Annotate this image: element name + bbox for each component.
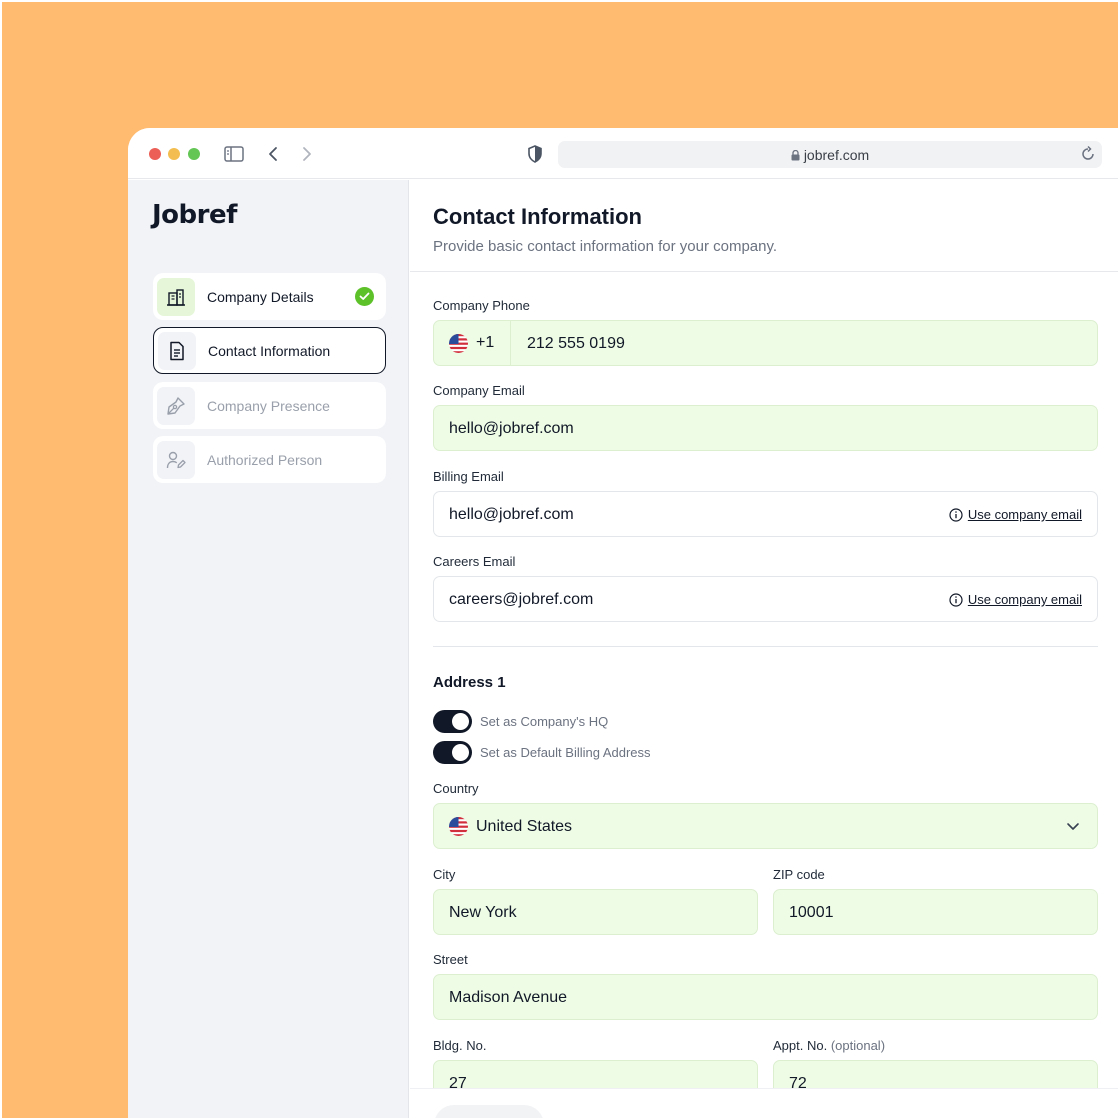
us-flag-icon [449,333,468,353]
check-circle-icon [355,287,374,306]
us-flag-icon [449,817,468,836]
zip-label: ZIP code [773,867,825,882]
appt-label: Appt. No. (optional) [773,1038,886,1053]
company-phone-field: +1 212 555 0199 [433,320,1098,366]
city-label: City [433,867,456,882]
careers-email-field[interactable]: careers@jobref.com Use company email [433,576,1098,622]
close-window-button[interactable] [149,148,161,160]
zip-value: 10001 [789,904,834,921]
url-text: jobref.com [803,147,870,163]
street-value: Madison Avenue [449,989,568,1006]
sidebar-toggle-icon[interactable] [223,143,245,165]
country-code: +1 [476,334,495,351]
user-edit-icon [157,440,195,479]
maximize-window-button[interactable] [188,148,200,160]
street-field[interactable]: Madison Avenue [433,974,1098,1020]
careers-email-label: Careers Email [433,554,516,569]
step-label: Contact Information [208,342,331,359]
browser-toolbar: jobref.com [128,128,1118,179]
steps-sidebar: Jobref Company Details Contact Informati… [128,180,409,1118]
info-icon [949,507,963,522]
country-label: Country [433,781,479,796]
building-icon [157,277,195,316]
city-value: New York [449,904,517,921]
page-header: Contact Information Provide basic contac… [410,180,1118,272]
company-email-value: hello@jobref.com [449,420,574,437]
optional-hint: (optional) [830,1038,886,1053]
step-label: Company Details [207,288,314,305]
address-section-title: Address 1 [433,674,506,691]
zip-field[interactable]: 10001 [773,889,1098,935]
bldg-label: Bldg. No. [433,1038,487,1053]
country-select[interactable]: United States [433,803,1098,849]
phone-input[interactable]: 212 555 0199 [527,335,625,353]
step-label: Authorized Person [207,451,323,468]
minimize-window-button[interactable] [168,148,180,160]
careers-email-value: careers@jobref.com [449,591,594,608]
back-arrow-icon[interactable] [262,143,284,165]
address-bar[interactable]: jobref.com [558,141,1102,168]
billing-toggle-row: Set as Default Billing Address [433,741,651,764]
step-contact-information[interactable]: Contact Information [153,327,386,374]
use-company-email-link[interactable]: Use company email [949,592,1082,607]
hq-toggle-label: Set as Company's HQ [480,714,609,729]
default-billing-toggle[interactable] [433,741,472,764]
chevron-down-icon [1066,819,1080,838]
street-label: Street [433,952,468,967]
hq-toggle-row: Set as Company's HQ [433,710,608,733]
jobref-logo: Jobref [152,200,237,230]
forward-arrow-icon[interactable] [296,143,318,165]
step-label: Company Presence [207,397,330,414]
billing-email-label: Billing Email [433,469,504,484]
shield-icon[interactable] [524,143,546,165]
lock-icon [791,148,800,164]
billing-email-value: hello@jobref.com [449,506,574,523]
page-subtitle: Provide basic contact information for yo… [433,238,778,255]
pen-icon [157,386,195,425]
company-email-field[interactable]: hello@jobref.com [433,405,1098,451]
country-value: United States [476,818,573,835]
company-email-label: Company Email [433,383,525,398]
city-field[interactable]: New York [433,889,758,935]
page-title: Contact Information [433,204,642,229]
step-company-details[interactable]: Company Details [153,273,386,320]
main-content: Contact Information Provide basic contac… [410,180,1118,1118]
country-code-selector[interactable]: +1 [434,321,511,365]
footer-button[interactable] [434,1105,544,1118]
section-divider [433,646,1098,647]
billing-toggle-label: Set as Default Billing Address [480,745,651,760]
step-authorized-person[interactable]: Authorized Person [153,436,386,483]
page-background: jobref.com Jobref Company Details Contac… [2,2,1118,1118]
billing-email-field[interactable]: hello@jobref.com Use company email [433,491,1098,537]
company-phone-label: Company Phone [433,298,530,313]
browser-window: jobref.com Jobref Company Details Contac… [128,128,1118,1118]
use-company-email-link[interactable]: Use company email [949,507,1082,522]
form-footer [410,1088,1118,1118]
reload-icon[interactable] [1080,145,1096,168]
info-icon [949,592,963,607]
document-icon [158,331,196,370]
step-company-presence[interactable]: Company Presence [153,382,386,429]
hq-toggle[interactable] [433,710,472,733]
